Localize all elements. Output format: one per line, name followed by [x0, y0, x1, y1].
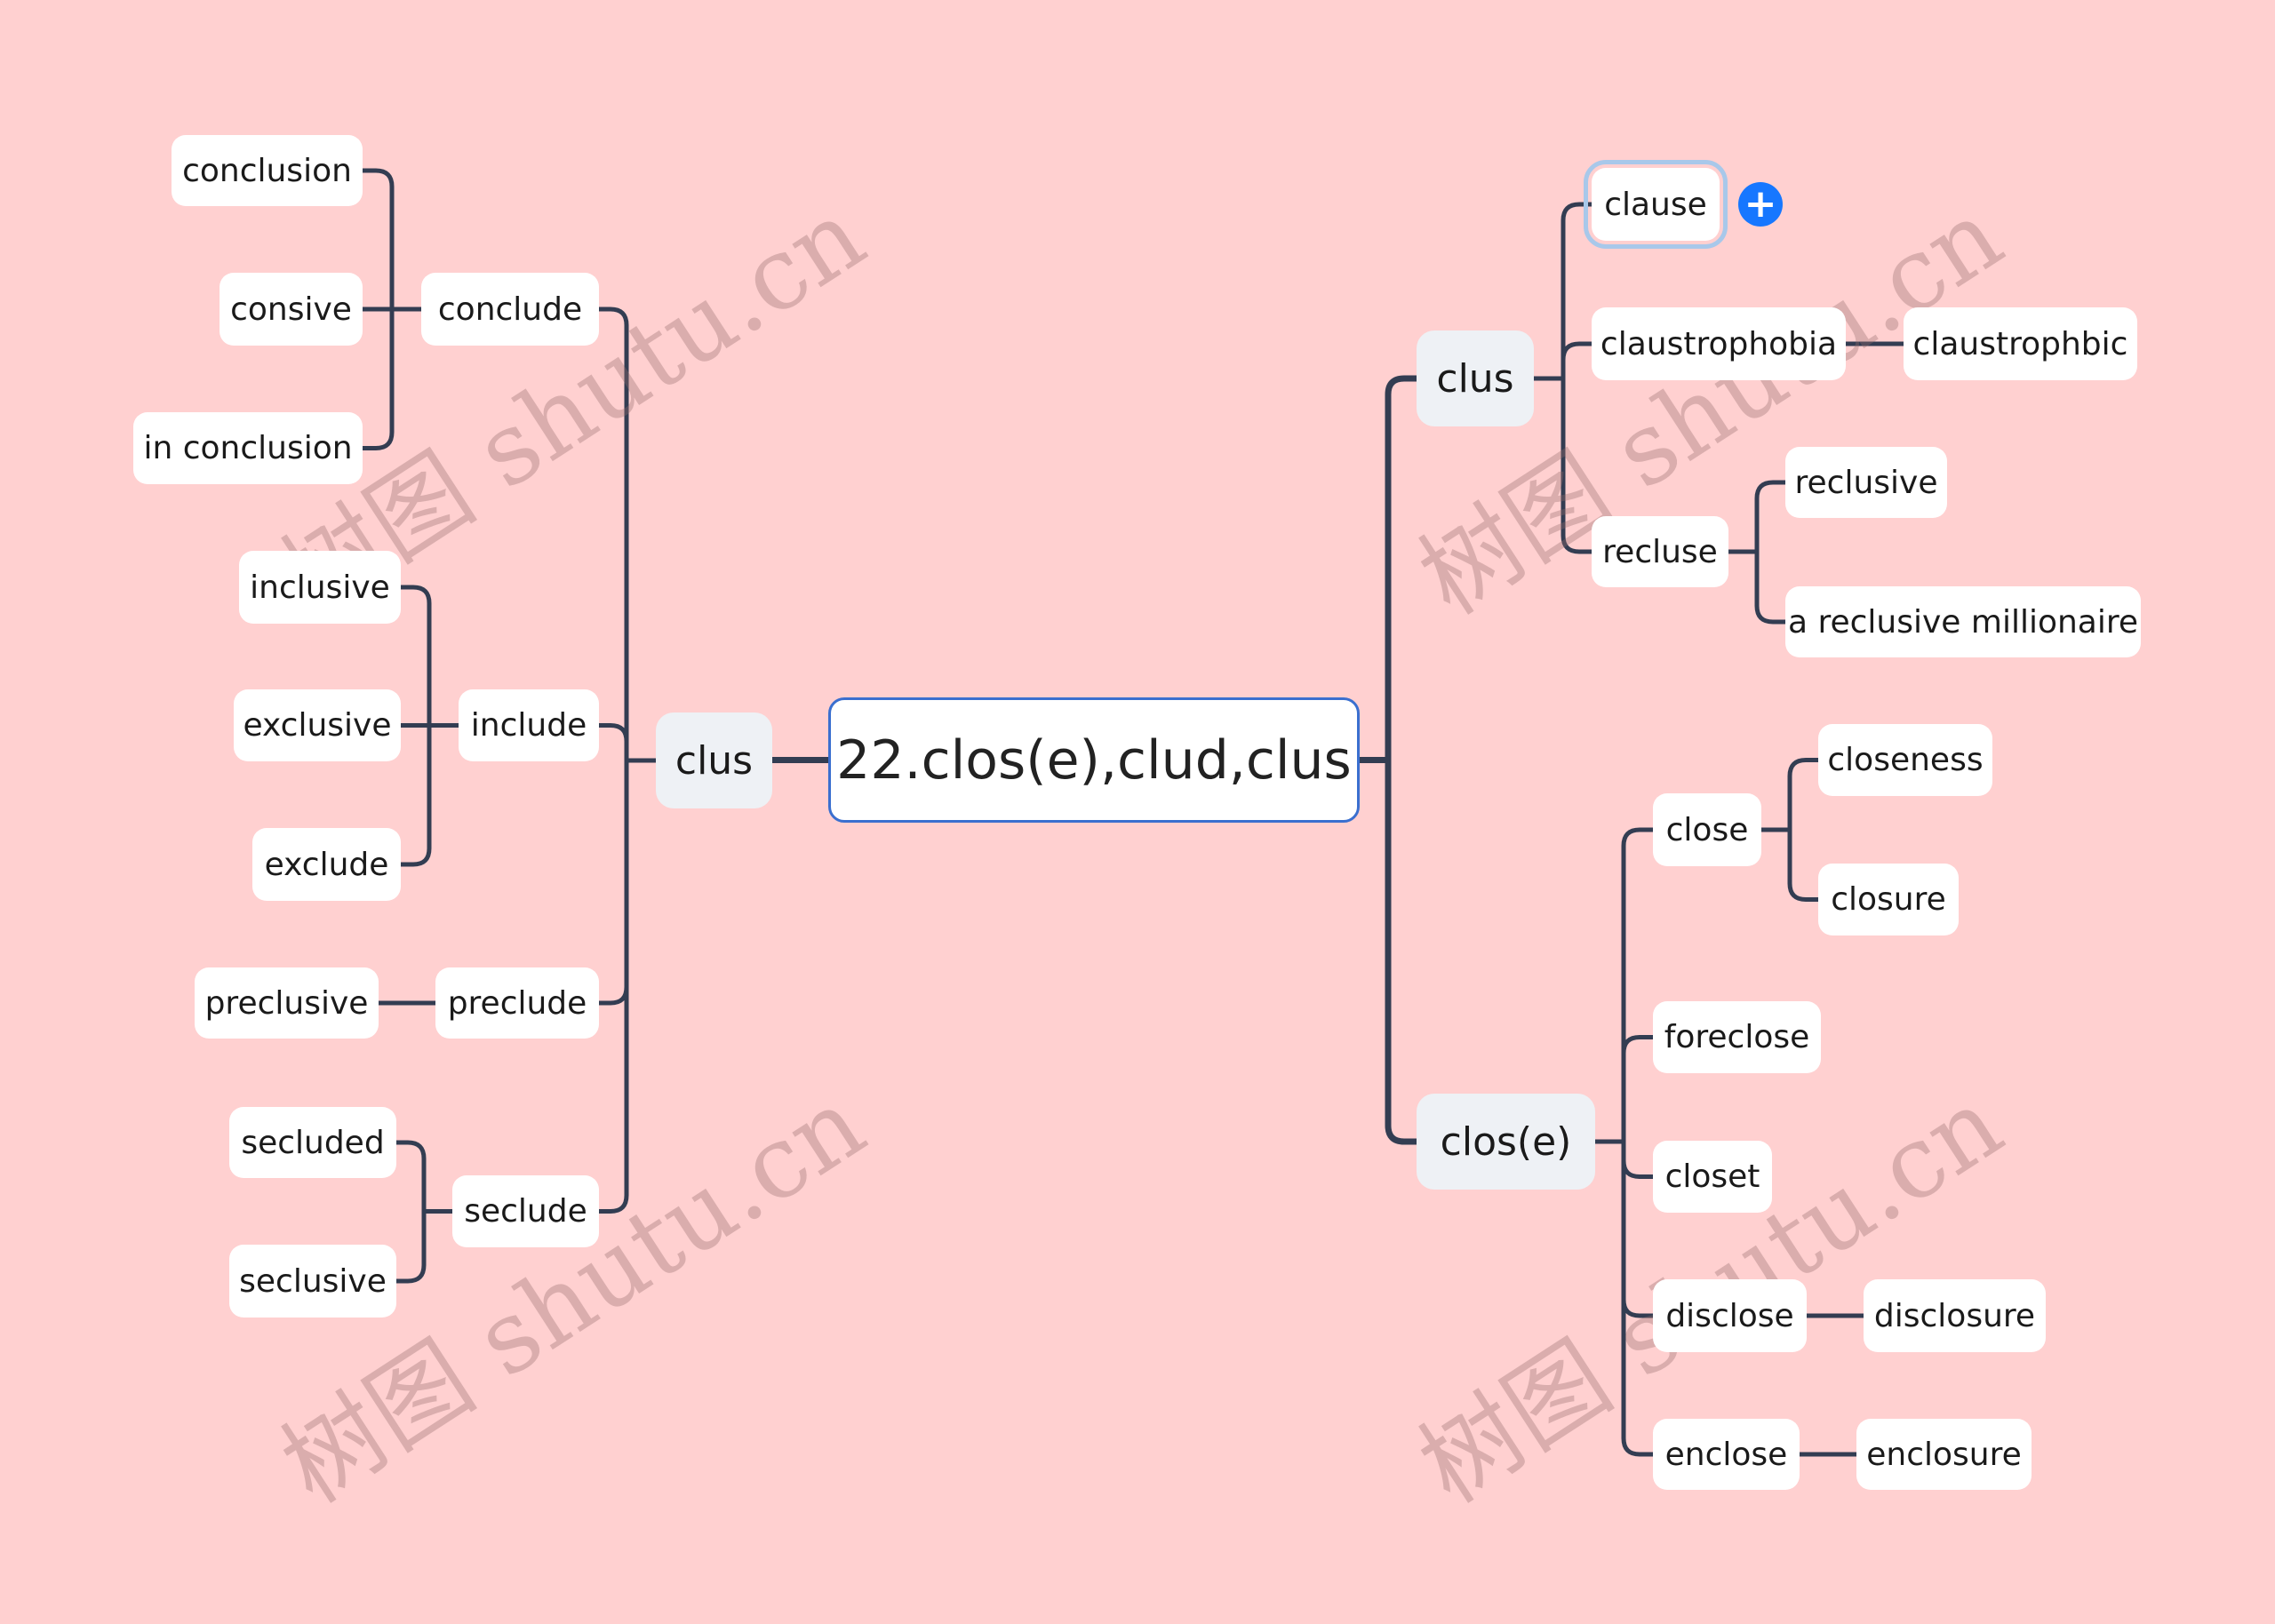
- leaf-reclusive[interactable]: reclusive: [1785, 447, 1947, 518]
- subtopic-closet[interactable]: closet: [1653, 1141, 1772, 1213]
- subtopic-preclude[interactable]: preclude: [435, 967, 599, 1039]
- leaf-exclude[interactable]: exclude: [252, 828, 401, 901]
- connector: [401, 725, 432, 867]
- connector: [1385, 760, 1417, 1145]
- leaf-claustrophbic[interactable]: claustrophbic: [1904, 307, 2137, 380]
- plus-icon: +: [1744, 181, 1777, 227]
- connector: [1561, 202, 1592, 378]
- leaf-in-conclusion[interactable]: in conclusion: [133, 412, 363, 484]
- connector: [1385, 375, 1417, 760]
- connector: [1621, 1142, 1653, 1179]
- subtopic-disclose[interactable]: disclose: [1653, 1279, 1807, 1352]
- subtopic-conclude[interactable]: conclude: [421, 273, 599, 346]
- subtopic-enclose[interactable]: enclose: [1653, 1419, 1800, 1490]
- subtopic-foreclose[interactable]: foreclose: [1653, 1001, 1821, 1073]
- connector: [599, 760, 629, 1006]
- connector: [599, 306, 629, 760]
- leaf-conclusion[interactable]: conclusion: [172, 135, 363, 206]
- leaf-inclusive[interactable]: inclusive: [239, 551, 401, 624]
- subtopic-recluse[interactable]: recluse: [1592, 516, 1728, 587]
- connector: [1621, 827, 1653, 1142]
- connector: [599, 760, 629, 1214]
- subtopic-seclude[interactable]: seclude: [452, 1175, 599, 1247]
- connector: [1561, 341, 1592, 378]
- leaf-preclusive[interactable]: preclusive: [195, 967, 379, 1039]
- mind-map-canvas[interactable]: 树图 shutu.cn 树图 shutu.cn 树图 shutu.cn 树图 s…: [0, 0, 2275, 1624]
- leaf-disclosure[interactable]: disclosure: [1864, 1279, 2046, 1352]
- connector: [599, 723, 629, 760]
- connector: [363, 309, 395, 450]
- leaf-closeness[interactable]: closeness: [1818, 724, 1992, 796]
- connector: [1621, 1142, 1653, 1318]
- main-topic-clos-e[interactable]: clos(e): [1417, 1094, 1595, 1190]
- connector: [1787, 830, 1818, 902]
- main-topic-clus-right[interactable]: clus: [1417, 330, 1534, 426]
- connector: [401, 585, 432, 726]
- subtopic-claustrophobia[interactable]: claustrophobia: [1592, 307, 1846, 380]
- root-topic[interactable]: 22.clos(e),clud,clus: [828, 697, 1360, 823]
- subtopic-close[interactable]: close: [1653, 793, 1761, 866]
- add-topic-button[interactable]: +: [1738, 182, 1783, 227]
- leaf-a-reclusive-millionaire[interactable]: a reclusive millionaire: [1785, 586, 2141, 657]
- leaf-closure[interactable]: closure: [1818, 864, 1959, 935]
- connector: [1754, 552, 1785, 625]
- connector: [1561, 378, 1592, 554]
- subtopic-clause[interactable]: clause: [1584, 160, 1728, 249]
- connector: [1621, 1035, 1653, 1142]
- leaf-enclosure[interactable]: enclosure: [1856, 1419, 2032, 1490]
- leaf-seclusive[interactable]: seclusive: [229, 1245, 396, 1318]
- main-topic-clus-left[interactable]: clus: [656, 712, 772, 808]
- connector: [1754, 480, 1785, 552]
- connector: [396, 1140, 427, 1212]
- connector: [1621, 1142, 1653, 1457]
- leaf-secluded[interactable]: secluded: [229, 1107, 396, 1178]
- connector: [363, 168, 395, 309]
- connector: [1787, 758, 1818, 830]
- connector: [396, 1211, 427, 1284]
- subtopic-include[interactable]: include: [459, 689, 599, 761]
- leaf-consive[interactable]: consive: [220, 273, 363, 346]
- leaf-exclusive[interactable]: exclusive: [234, 689, 401, 761]
